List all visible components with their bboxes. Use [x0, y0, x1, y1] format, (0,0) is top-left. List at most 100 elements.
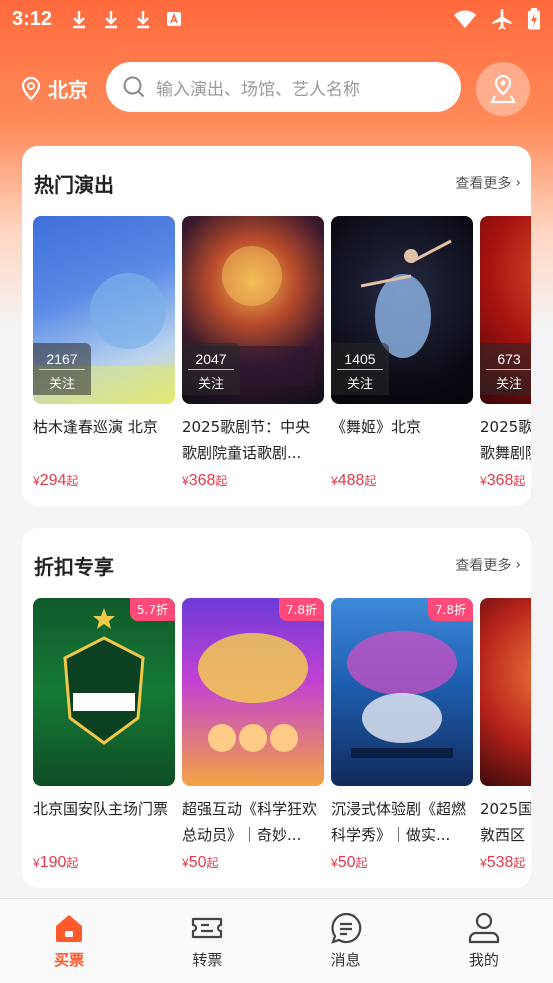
price-currency: ¥	[182, 474, 189, 488]
show-card[interactable]: 2167 关注 枯木逢春巡演 北京 ¥294起	[33, 216, 175, 490]
map-location-icon	[490, 74, 516, 104]
price-suffix: 起	[66, 474, 79, 488]
price-suffix: 起	[355, 856, 368, 870]
poster-art	[63, 608, 145, 745]
show-poster: 673 关注	[480, 216, 531, 404]
follow-badge[interactable]: 673 关注	[480, 343, 531, 395]
show-poster: 5.7折	[33, 598, 175, 786]
chevron-right-icon: ›	[515, 557, 521, 573]
wifi-icon	[454, 10, 476, 28]
view-more-link[interactable]: 查看更多 ›	[455, 173, 521, 193]
show-title: 2025歌剧节：中央歌剧院童话歌剧...	[182, 418, 311, 462]
show-title: 沉浸式体验剧《超燃科学秀》｜做实...	[331, 800, 467, 844]
show-title: 2025国家大剧院伦敦西区	[480, 800, 531, 844]
nav-item-buy[interactable]: 买票	[0, 899, 138, 983]
show-price: ¥294起	[33, 472, 175, 490]
download-icon	[73, 11, 86, 29]
view-more-link[interactable]: 查看更多 ›	[455, 555, 521, 575]
price-value: 538	[486, 854, 514, 871]
price-currency: ¥	[331, 474, 338, 488]
user-icon	[468, 912, 499, 944]
price-currency: ¥	[182, 856, 189, 870]
price-value: 368	[486, 472, 514, 489]
nav-label: 我的	[468, 951, 499, 969]
price-suffix: 起	[66, 856, 79, 870]
airplane-icon	[492, 9, 512, 30]
ticket-icon	[192, 917, 223, 939]
price-suffix: 起	[206, 856, 219, 870]
location-pin-icon	[21, 76, 41, 101]
price-currency: ¥	[33, 856, 40, 870]
show-card[interactable]: 673 关注 2025歌剧节：中央歌舞剧院 ¥368起	[480, 216, 531, 490]
search-icon	[123, 76, 145, 98]
show-poster: 7.8折	[331, 598, 473, 786]
discount-badge: 7.8折	[278, 598, 324, 621]
header: 北京 输入演出、场馆、艺人名称	[0, 60, 553, 116]
app-notification-icon	[167, 12, 182, 26]
download-icon	[137, 11, 150, 29]
message-icon	[330, 912, 361, 944]
follow-count: 2167	[46, 351, 78, 367]
nav-label: 消息	[330, 951, 361, 969]
chevron-right-icon: ›	[515, 175, 521, 191]
follow-count: 2047	[195, 351, 227, 367]
follow-label: 关注	[197, 377, 224, 392]
discount-card[interactable]: 7.8折 超强互动《科学狂欢总动员》｜奇妙... ¥50起	[182, 598, 324, 872]
discount-badge: 7.8折	[427, 598, 473, 621]
nav-item-messages[interactable]: 消息	[277, 899, 415, 983]
show-poster: 7.8折	[182, 598, 324, 786]
nav-item-transfer[interactable]: 转票	[138, 899, 276, 983]
follow-badge[interactable]: 2047 关注	[182, 343, 240, 395]
price-suffix: 起	[513, 474, 526, 488]
discount-section: 折扣专享 查看更多 › 5.7折 北京国安队主场门票 ¥190起 7.8折 超强互…	[22, 528, 531, 888]
price-suffix: 起	[215, 474, 228, 488]
price-currency: ¥	[33, 474, 40, 488]
poster-art	[347, 631, 457, 758]
show-title: 《舞姬》北京	[331, 418, 422, 436]
show-price: ¥488起	[331, 472, 473, 490]
show-card[interactable]: 2047 关注 2025歌剧节：中央歌剧院童话歌剧... ¥368起	[182, 216, 324, 490]
price-suffix: 起	[364, 474, 377, 488]
price-value: 50	[337, 854, 356, 871]
price-value: 50	[188, 854, 207, 871]
follow-badge[interactable]: 2167 关注	[33, 343, 91, 395]
nav-label: 转票	[192, 951, 223, 969]
show-title: 枯木逢春巡演 北京	[33, 418, 158, 436]
price-currency: ¥	[331, 856, 338, 870]
nav-item-profile[interactable]: 我的	[415, 899, 553, 983]
show-card[interactable]: 1405 关注 《舞姬》北京 ¥488起	[331, 216, 473, 490]
price-currency: ¥	[480, 856, 487, 870]
hot-shows-section: 热门演出 查看更多› 2167 关注 枯木逢春巡演 北京 ¥294起 2047	[22, 146, 531, 506]
show-poster	[480, 598, 531, 786]
show-price: ¥368起	[182, 472, 324, 490]
price-value: 368	[188, 472, 216, 489]
show-poster: 1405 关注	[331, 216, 473, 404]
discount-card[interactable]: 5.7折 北京国安队主场门票 ¥190起	[33, 598, 175, 872]
price-value: 294	[39, 472, 67, 489]
home-icon	[56, 915, 83, 942]
view-more-label: 查看更多	[455, 558, 512, 574]
show-title: 超强互动《科学狂欢总动员》｜奇妙...	[182, 800, 318, 844]
poster-art	[198, 633, 308, 752]
discount-card[interactable]: 7.8折 沉浸式体验剧《超燃科学秀》｜做实... ¥50起	[331, 598, 473, 872]
show-title: 北京国安队主场门票	[33, 800, 169, 818]
view-more-label: 查看更多	[455, 176, 512, 192]
search-input[interactable]: 输入演出、场馆、艺人名称	[106, 62, 461, 112]
city-selector[interactable]: 北京	[20, 74, 88, 103]
section-title: 热门演出	[34, 172, 114, 197]
price-suffix: 起	[513, 856, 526, 870]
download-icon	[105, 11, 118, 29]
show-title: 2025歌剧节：中央歌舞剧院	[480, 418, 531, 462]
map-button[interactable]	[476, 62, 530, 116]
price-value: 488	[337, 472, 365, 489]
bottom-nav: 买票 转票 消息 我的	[0, 898, 553, 983]
show-price: ¥368起	[480, 472, 531, 490]
follow-badge[interactable]: 1405 关注	[331, 343, 389, 395]
discount-card[interactable]: 2025国家大剧院伦敦西区 ¥538起	[480, 598, 531, 872]
follow-label: 关注	[495, 377, 522, 392]
price-currency: ¥	[480, 474, 487, 488]
show-poster: 2167 关注	[33, 216, 175, 404]
follow-label: 关注	[346, 377, 373, 392]
status-time: 3:12	[12, 7, 53, 30]
follow-label: 关注	[48, 377, 75, 392]
